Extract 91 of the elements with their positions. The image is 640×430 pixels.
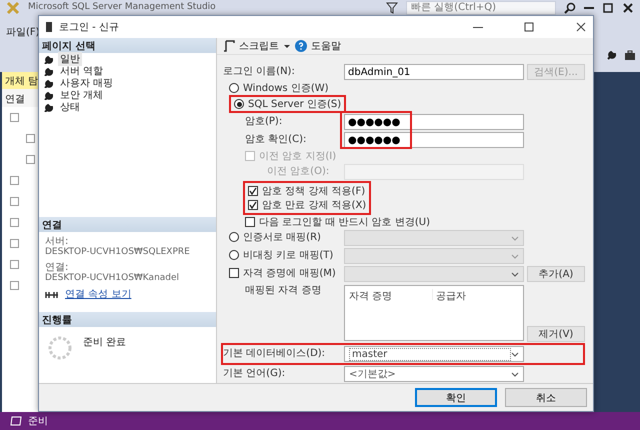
expand-icon[interactable] (10, 260, 19, 269)
script-icon (223, 40, 235, 52)
field-label: 기본 언어(G): (223, 367, 286, 381)
checkbox-label: 암호 정책 강제 적용(F) (262, 185, 366, 198)
connection-properties-link[interactable]: 연결 속성 보기 (65, 289, 132, 300)
field-label: 암호 확인(C): (244, 133, 308, 147)
page-item[interactable]: 상태 (58, 100, 82, 114)
radio-label: 인증서로 매핑(R) (243, 231, 321, 244)
checkbox[interactable] (248, 186, 258, 196)
status-text: 준비 (28, 415, 48, 428)
radio-label: SQL Server 인증(S) (248, 98, 342, 111)
checkbox-label: 암호 만료 강제 적용(X) (262, 199, 366, 212)
expand-icon[interactable] (26, 134, 35, 143)
dialog-button[interactable]: 확인 (415, 388, 497, 407)
dropdown-value: master (349, 348, 511, 360)
chevron-down-icon (511, 252, 519, 260)
minimize-icon (473, 26, 483, 28)
section-header: 진행률 (39, 312, 216, 327)
credential-list[interactable]: 자격 증명 공급자 (344, 285, 524, 341)
caret-icon (283, 42, 291, 50)
password-field[interactable]: ●●●●●● (344, 114, 524, 130)
section-header: 페이지 선택 (39, 38, 216, 53)
dropdown[interactable]: <기본값> (344, 366, 524, 382)
password-field[interactable]: ●●●●●● (344, 132, 524, 148)
section-header: 연결 (39, 217, 216, 232)
field-label: 매핑된 자격 증명 (244, 284, 322, 298)
column-header: 자격 증명 (349, 289, 433, 300)
connection-plug-icon (45, 290, 59, 300)
close-icon (575, 21, 587, 33)
connection-label: 연결: (45, 262, 70, 273)
field-label: 로그인 이름(N): (223, 65, 296, 79)
expand-icon[interactable] (10, 239, 19, 248)
page-item[interactable]: 서버 역할 (58, 64, 106, 78)
chevron-down-icon (511, 350, 519, 358)
field-label: 이전 암호(O): (266, 165, 330, 179)
expand-icon[interactable] (10, 281, 19, 290)
expand-icon[interactable] (26, 155, 35, 164)
password-dots: ●●●●●● (348, 116, 400, 128)
checkbox-label: 자격 증명에 매핑(M) (243, 267, 336, 280)
field-label: 암호(P): (244, 115, 284, 129)
search-icon (564, 2, 576, 14)
remove-button[interactable]: 제거(V) (527, 326, 585, 342)
column-header: 공급자 (435, 290, 467, 300)
password-dots: ●●●●●● (348, 134, 400, 146)
menu-item[interactable]: 파일(F) (6, 27, 40, 38)
maximize-icon (523, 21, 535, 33)
filter-icon (386, 2, 398, 14)
expand-icon[interactable] (10, 176, 19, 185)
add-button[interactable]: 추가(A) (527, 266, 585, 282)
login-name-field[interactable]: dbAdmin_01 (344, 64, 524, 80)
dropdown[interactable]: master (344, 346, 524, 362)
spinner-icon (47, 335, 73, 361)
radio-button[interactable] (229, 250, 239, 260)
checkbox[interactable] (245, 217, 255, 227)
help-button[interactable]: 도움말 (311, 39, 341, 53)
checkbox[interactable] (248, 200, 258, 210)
expand-icon[interactable] (10, 113, 19, 122)
expand-icon[interactable] (10, 218, 19, 227)
help-icon (295, 40, 307, 52)
page-item[interactable]: 일반 (58, 52, 82, 66)
quick-launch-field[interactable]: 빠른 실행(Ctrl+Q) (406, 0, 556, 14)
chevron-down-icon (511, 234, 519, 242)
dialog-title: 로그인 - 신규 (59, 21, 120, 34)
app-title: Microsoft SQL Server Management Studio (28, 2, 216, 13)
radio-button[interactable] (234, 99, 244, 109)
close-icon (622, 2, 634, 14)
radio-button[interactable] (229, 232, 239, 242)
server-label: 서버: (45, 236, 70, 247)
server-icon (45, 21, 53, 33)
connection-user: DESKTOP-UCVH1OS₩Kanadel (45, 273, 180, 284)
progress-status: 준비 완료 (83, 336, 126, 350)
dialog-button[interactable]: 취소 (505, 388, 587, 407)
page-item[interactable]: 사용자 매핑 (58, 76, 116, 90)
maximize-icon (602, 2, 614, 14)
field-label: 기본 데이터베이스(D): (223, 347, 326, 361)
radio-button[interactable] (229, 83, 239, 93)
window-icon (10, 416, 22, 426)
checkbox-label: 다음 로그인할 때 반드시 암호 변경(U) (259, 216, 430, 229)
chevron-down-icon (511, 370, 519, 378)
expand-icon[interactable] (10, 197, 19, 206)
script-button[interactable]: 스크립트 (239, 39, 279, 53)
radio-label: Windows 인증(W) (243, 82, 329, 95)
server-name: DESKTOP-UCVH1OS₩SQLEXPRE (45, 247, 191, 258)
radio-label: 비대칭 키로 매핑(T) (243, 249, 334, 262)
minimize-icon (584, 6, 594, 8)
chevron-down-icon (511, 270, 519, 278)
dropdown-value: <기본값> (349, 368, 397, 381)
checkbox[interactable] (229, 268, 239, 278)
page-item[interactable]: 보안 개체 (58, 88, 106, 102)
checkbox-label: 이전 암호 지정(I) (259, 150, 336, 163)
toolbox-icon (624, 49, 636, 61)
